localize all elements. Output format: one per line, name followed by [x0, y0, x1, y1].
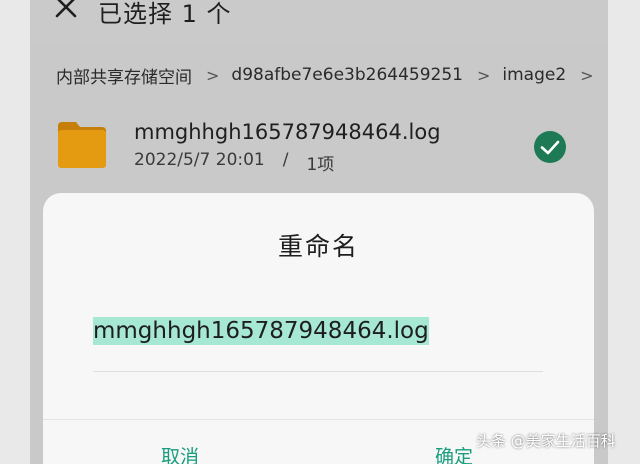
- checkmark-icon[interactable]: [533, 130, 567, 164]
- folder-icon: [58, 122, 106, 168]
- breadcrumb-item-image2[interactable]: image2: [490, 65, 566, 85]
- confirm-button[interactable]: 确定: [435, 442, 473, 464]
- dialog-title: 重命名: [277, 232, 359, 261]
- rename-input-value[interactable]: mmghhgh165787948464.log: [93, 317, 429, 345]
- left-edge: [0, 0, 30, 464]
- rename-input[interactable]: mmghhgh165787948464.log: [93, 315, 543, 372]
- file-name: mmghhgh165787948464.log: [134, 120, 441, 144]
- file-meta: 2022/5/7 20:01 / 1项: [134, 150, 334, 175]
- file-date: 2022/5/7 20:01: [134, 150, 265, 170]
- chevron-right-icon: >: [206, 65, 220, 85]
- breadcrumb: 内部共享存储空间 > d98afbe7e6e3b264459251 > imag…: [30, 54, 608, 96]
- chevron-right-icon: >: [580, 65, 594, 85]
- breadcrumb-item-storage[interactable]: 内部共享存储空间: [30, 63, 192, 88]
- cancel-button[interactable]: 取消: [161, 442, 199, 464]
- watermark: 头条 @美家生活百科: [476, 432, 616, 450]
- file-count: 1项: [306, 155, 335, 175]
- screen: 已选择 1 个 内部共享存储空间 > d98afbe7e6e3b26445925…: [0, 0, 640, 464]
- meta-separator: /: [282, 150, 289, 170]
- top-bar: 已选择 1 个: [30, 0, 608, 44]
- close-icon[interactable]: [54, 0, 80, 22]
- chevron-right-icon: >: [476, 65, 491, 85]
- selection-title: 已选择 1 个: [98, 0, 232, 28]
- breadcrumb-item-folder[interactable]: d98afbe7e6e3b264459251: [219, 65, 463, 85]
- rename-dialog: 重命名 mmghhgh165787948464.log 取消 确定: [43, 193, 594, 464]
- list-item[interactable]: mmghhgh165787948464.log 2022/5/7 20:01 /…: [30, 108, 608, 190]
- right-edge: [608, 0, 640, 464]
